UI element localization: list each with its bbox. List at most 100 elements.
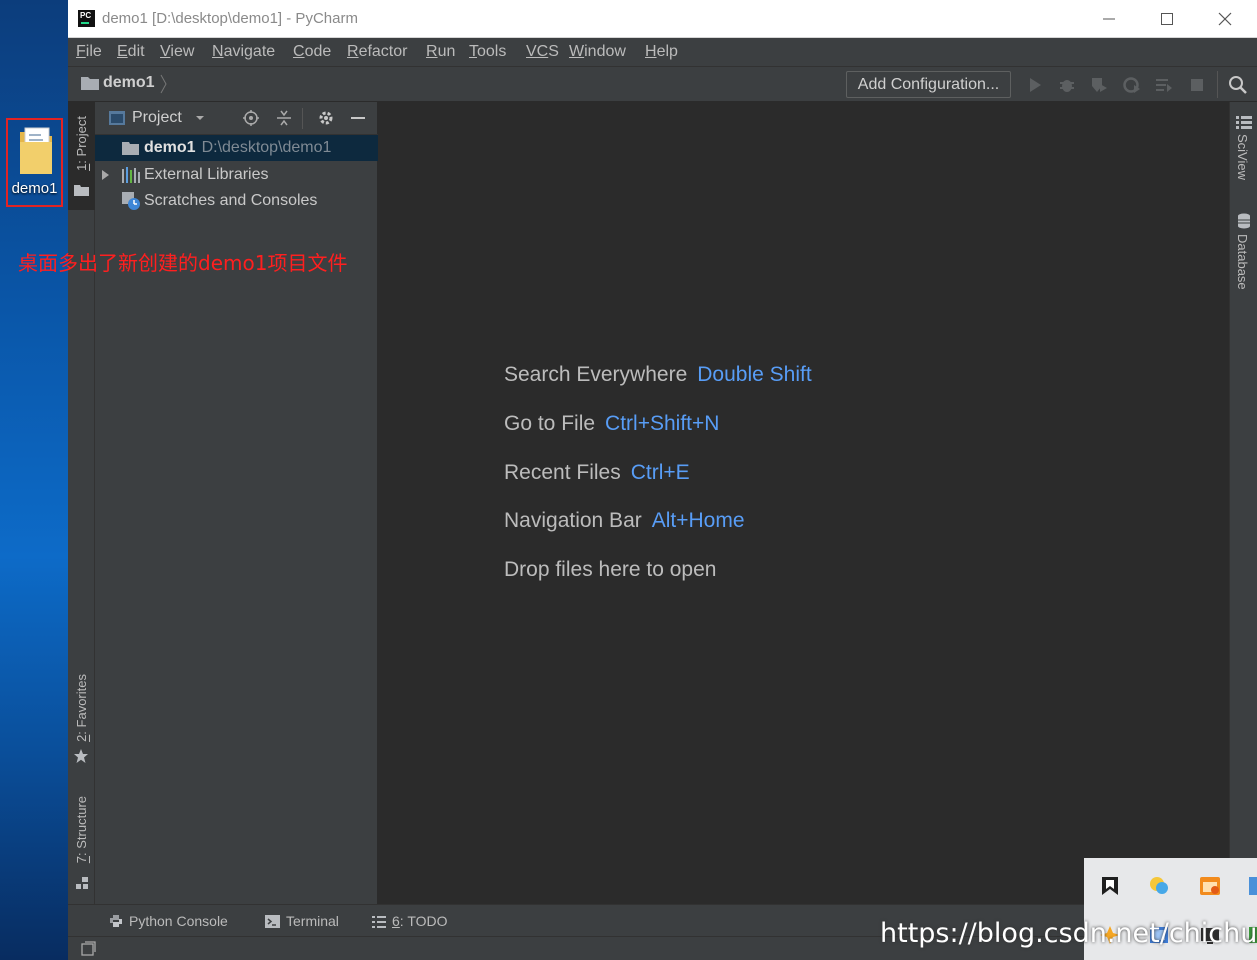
- python-icon: [110, 915, 122, 927]
- toolbar-separator: [1217, 71, 1218, 98]
- chat-app-icon[interactable]: [1148, 875, 1170, 897]
- chevron-right-icon: [160, 74, 167, 94]
- favorites-tab[interactable]: 2: Favorites: [74, 674, 89, 742]
- breadcrumb-demo1[interactable]: demo1: [103, 74, 155, 92]
- menu-code-label: ode: [304, 43, 332, 60]
- folder-icon: [74, 185, 89, 196]
- project-tab-mnemonic: 1: [74, 163, 89, 171]
- desktop-folder-demo1[interactable]: demo1: [6, 118, 63, 207]
- menu-window[interactable]: Window: [569, 43, 626, 61]
- menu-tools-mnemonic: T: [469, 43, 477, 60]
- chevron-down-icon[interactable]: [195, 114, 205, 122]
- tree-item-demo1[interactable]: demo1 D:\desktop\demo1: [95, 135, 378, 161]
- menu-vcs[interactable]: VCS: [526, 43, 559, 61]
- menu-edit-mnemonic: E: [117, 43, 128, 60]
- pycharm-window: PC demo1 [D:\desktop\demo1] - PyCharm Fi…: [68, 0, 1257, 960]
- menu-file[interactable]: File: [76, 43, 102, 61]
- project-view-selector[interactable]: Project: [132, 109, 182, 127]
- menu-window-label: indow: [584, 43, 626, 60]
- hint-action: Drop files here to open: [504, 558, 717, 581]
- concurrency-diagram-icon[interactable]: [1155, 76, 1173, 94]
- annotation-text: 桌面多出了新创建的demo1项目文件: [18, 251, 348, 275]
- debug-icon[interactable]: [1058, 76, 1076, 94]
- tree-item-demo1-name: demo1: [144, 139, 196, 156]
- maximize-icon: [1161, 13, 1173, 26]
- menu-code[interactable]: Code: [293, 43, 331, 61]
- hint-navigation-bar: Navigation Bar Alt+Home: [504, 509, 745, 533]
- tree-item-scratches-label: Scratches and Consoles: [144, 192, 318, 209]
- python-console-label: Python Console: [129, 913, 228, 929]
- project-tab[interactable]: 1: Project: [68, 102, 95, 210]
- hint-go-to-file: Go to File Ctrl+Shift+N: [504, 412, 719, 436]
- sciview-tab[interactable]: SciView: [1235, 134, 1250, 180]
- menu-view-mnemonic: V: [160, 43, 171, 60]
- hint-recent-files: Recent Files Ctrl+E: [504, 461, 690, 485]
- add-configuration-button[interactable]: Add Configuration...: [846, 71, 1011, 98]
- project-panel-header: Project: [95, 102, 378, 135]
- python-console-tab[interactable]: Python Console: [109, 913, 228, 929]
- window-app-icon[interactable]: [1199, 875, 1221, 897]
- menu-run-mnemonic: R: [426, 43, 438, 60]
- run-with-coverage-icon[interactable]: [1090, 76, 1108, 94]
- structure-icon: [76, 877, 88, 889]
- favorites-tab-text: : Favorites: [74, 674, 89, 735]
- database-tab[interactable]: Database: [1235, 234, 1250, 290]
- menu-vcs-mnemonic: VC: [526, 43, 549, 60]
- database-icon: [1238, 213, 1250, 229]
- menu-run[interactable]: Run: [426, 43, 455, 61]
- menu-refactor-label: efactor: [358, 43, 408, 60]
- structure-tab[interactable]: 7: Structure: [74, 796, 89, 863]
- sciview-icon: [1236, 116, 1252, 129]
- menu-help-label: elp: [656, 43, 678, 60]
- close-button[interactable]: [1196, 0, 1254, 38]
- collapse-all-icon[interactable]: [275, 109, 293, 127]
- hint-shortcut: Alt+Home: [651, 509, 745, 532]
- hint-action: Navigation Bar: [504, 509, 642, 532]
- run-icon[interactable]: [1026, 76, 1044, 94]
- menu-tools[interactable]: Tools: [469, 43, 506, 61]
- menu-file-mnemonic: F: [76, 43, 86, 60]
- gear-icon[interactable]: [317, 109, 335, 127]
- menu-help-mnemonic: H: [645, 43, 657, 60]
- hint-action: Recent Files: [504, 461, 621, 484]
- menu-help[interactable]: Help: [645, 43, 678, 61]
- menu-view[interactable]: View: [160, 43, 194, 61]
- menu-refactor-mnemonic: R: [347, 43, 359, 60]
- profile-icon[interactable]: [1123, 76, 1141, 94]
- minimize-icon: [1103, 18, 1115, 20]
- close-icon: [1218, 12, 1232, 26]
- menu-navigate[interactable]: Navigate: [212, 43, 275, 61]
- editor-empty-area[interactable]: Search Everywhere Double Shift Go to File…: [379, 102, 1229, 904]
- terminal-tab[interactable]: Terminal: [265, 913, 339, 929]
- terminal-label: Terminal: [286, 913, 339, 929]
- todo-tab[interactable]: 6: TODO: [372, 913, 448, 929]
- bookmark-app-icon[interactable]: [1099, 875, 1121, 897]
- left-tool-strip: 1: Project 2: Favorites 7: Structure: [68, 102, 95, 904]
- panel-header-separator: [302, 108, 303, 129]
- menu-run-label: un: [437, 43, 456, 60]
- menu-refactor[interactable]: Refactor: [347, 43, 407, 61]
- menu-edit[interactable]: Edit: [117, 43, 145, 61]
- maximize-button[interactable]: [1138, 0, 1196, 38]
- tree-item-scratches[interactable]: Scratches and Consoles: [95, 188, 378, 214]
- title-bar: PC demo1 [D:\desktop\demo1] - PyCharm: [68, 0, 1257, 38]
- menu-file-label: ile: [85, 43, 102, 60]
- folder-icon: [20, 127, 52, 174]
- minimize-button[interactable]: [1080, 0, 1138, 38]
- hide-panel-icon[interactable]: [349, 109, 367, 127]
- expand-arrow-icon[interactable]: [101, 169, 110, 181]
- partial-tray-icon[interactable]: [1249, 875, 1257, 897]
- search-icon[interactable]: [1228, 75, 1248, 95]
- hint-shortcut: Double Shift: [697, 363, 812, 386]
- tree-item-external-libraries[interactable]: External Libraries: [95, 162, 378, 188]
- project-tab-label: 1: Project: [74, 116, 89, 171]
- menu-vcs-label: S: [548, 43, 559, 60]
- logo-bar: [81, 22, 89, 24]
- scratches-icon: [122, 192, 140, 210]
- locate-icon[interactable]: [242, 109, 260, 127]
- logo-text: PC: [80, 11, 92, 20]
- stop-icon[interactable]: [1188, 76, 1206, 94]
- folder-icon: [122, 142, 139, 155]
- tool-windows-toggle-icon[interactable]: [81, 941, 96, 956]
- favorites-tab-mnemonic: 2: [74, 734, 89, 742]
